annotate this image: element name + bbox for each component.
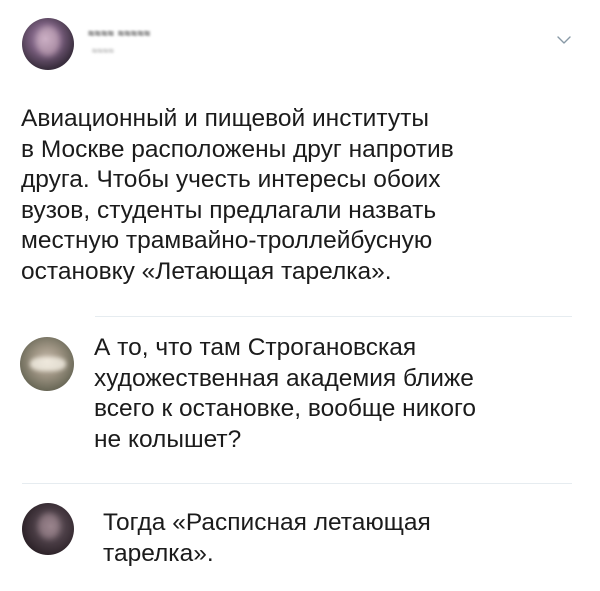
chevron-down-icon[interactable] [556,32,572,48]
author-handle[interactable]: ≈≈≈≈ [92,46,114,57]
reply-avatar[interactable] [20,337,74,391]
tweet-header: ≈≈≈≈ ≈≈≈≈≈ ≈≈≈≈ [22,18,578,78]
reply-text: А то, что там Строгановская художественн… [94,334,477,453]
reply-text: Тогда «Расписная летающая тарелка». [103,509,431,567]
reply-avatar[interactable] [22,503,74,555]
divider [95,316,572,317]
author-display-name[interactable]: ≈≈≈≈ ≈≈≈≈≈ [88,28,150,40]
tweet-text: Авиационный и пищевой институты в Москве… [21,105,454,285]
author-avatar[interactable] [22,18,74,70]
divider [22,483,572,484]
